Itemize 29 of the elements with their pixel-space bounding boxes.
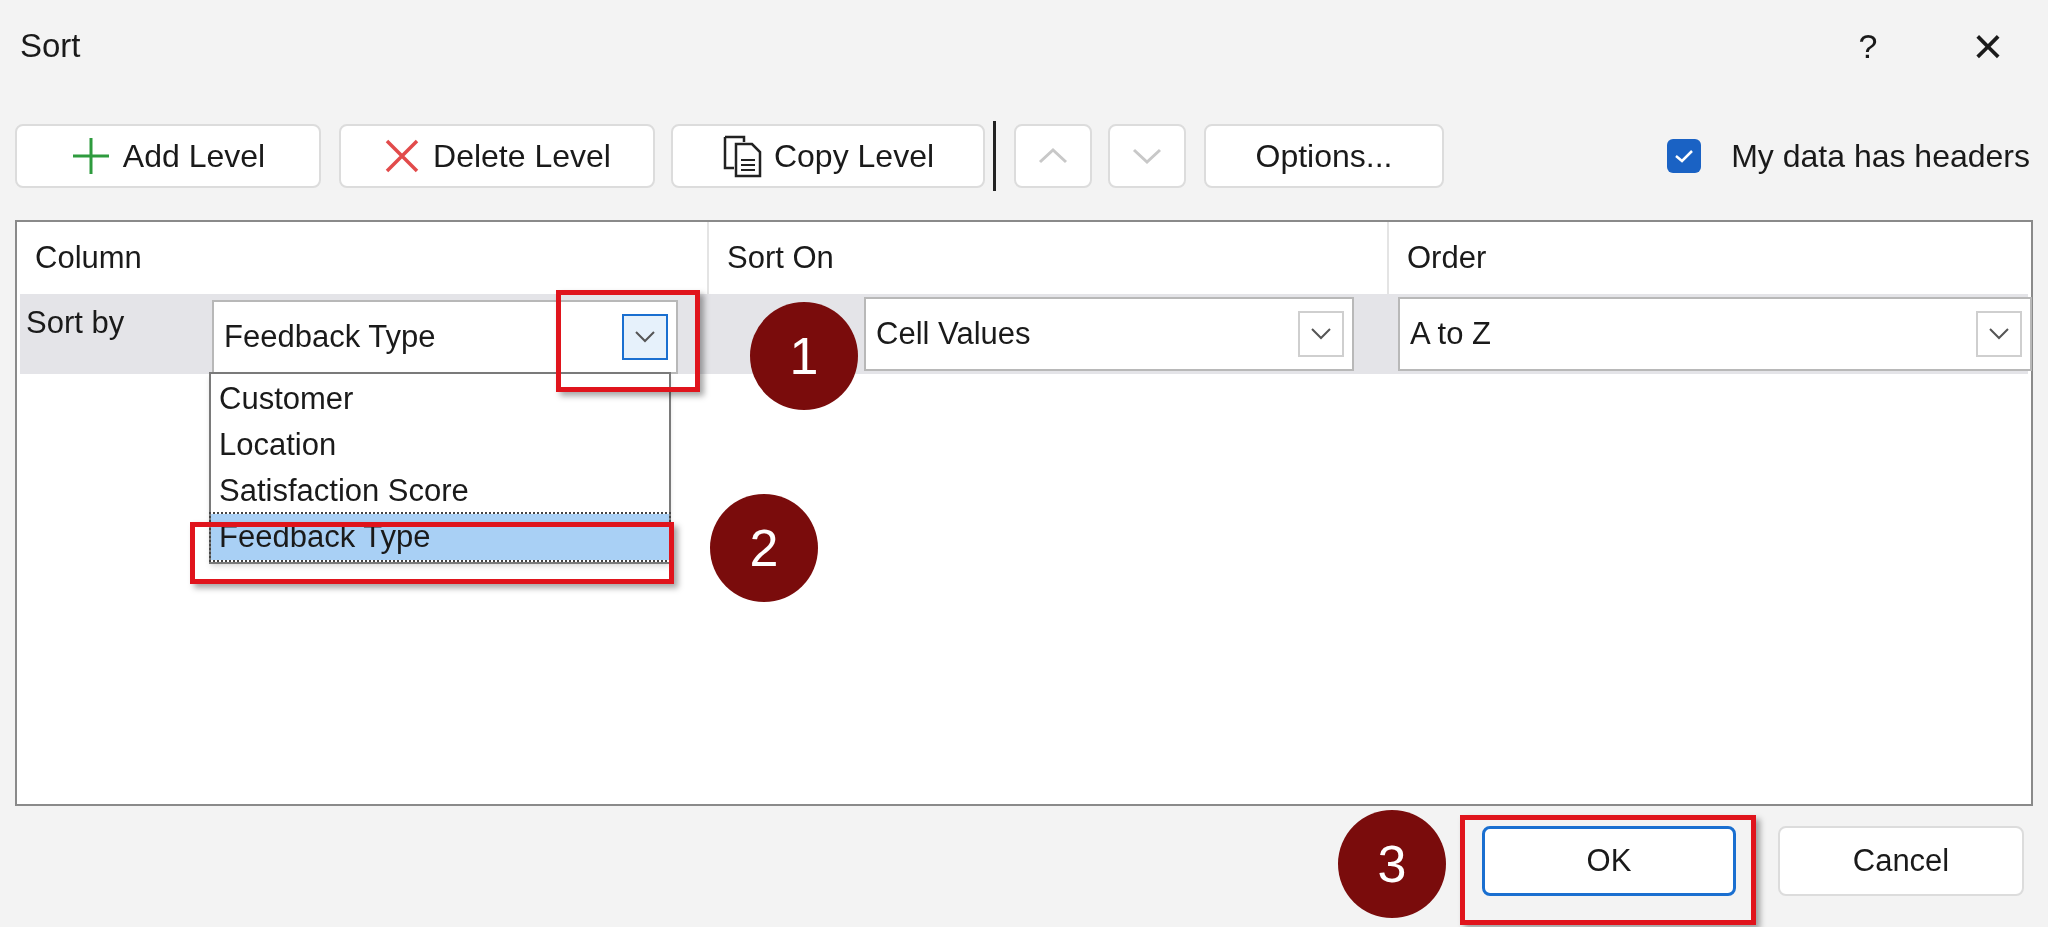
headers-checkbox[interactable] [1667,139,1702,173]
column-header: Sort On [727,238,834,277]
help-button[interactable]: ? [1828,16,1908,76]
close-button[interactable]: × [1948,16,2028,76]
checkbox-label: My data has headers [1731,137,2030,176]
chevron-down-icon [1988,327,2010,341]
step-number-badge: 3 [1338,810,1446,918]
plus-icon [70,136,111,176]
checkmark-icon [1674,148,1695,164]
copy-level-button[interactable]: Copy Level [671,124,985,188]
chevron-down-icon [634,330,656,344]
dropdown-item[interactable]: Location [211,422,669,468]
row-label: Sort by [26,304,126,342]
chevron-down-icon [1310,327,1332,341]
delete-level-button[interactable]: Delete Level [339,124,655,188]
dropdown-item[interactable]: Satisfaction Score [211,468,669,514]
dropdown-item[interactable]: Customer [211,376,669,422]
copy-icon [721,134,762,178]
options-button[interactable]: Options... [1204,124,1444,188]
order-dropdown[interactable]: A to Z [1398,297,2032,371]
window-title: Sort [20,26,81,67]
cancel-button[interactable]: Cancel [1778,826,2024,896]
sort-on-dropdown[interactable]: Cell Values [864,297,1354,371]
dropdown-toggle[interactable] [622,314,668,360]
add-level-button[interactable]: Add Level [15,124,321,188]
column-header: Column [35,238,142,277]
column-dropdown[interactable]: Feedback Type [212,300,678,374]
ok-button[interactable]: OK [1482,826,1736,896]
column-header: Order [1407,238,1487,277]
